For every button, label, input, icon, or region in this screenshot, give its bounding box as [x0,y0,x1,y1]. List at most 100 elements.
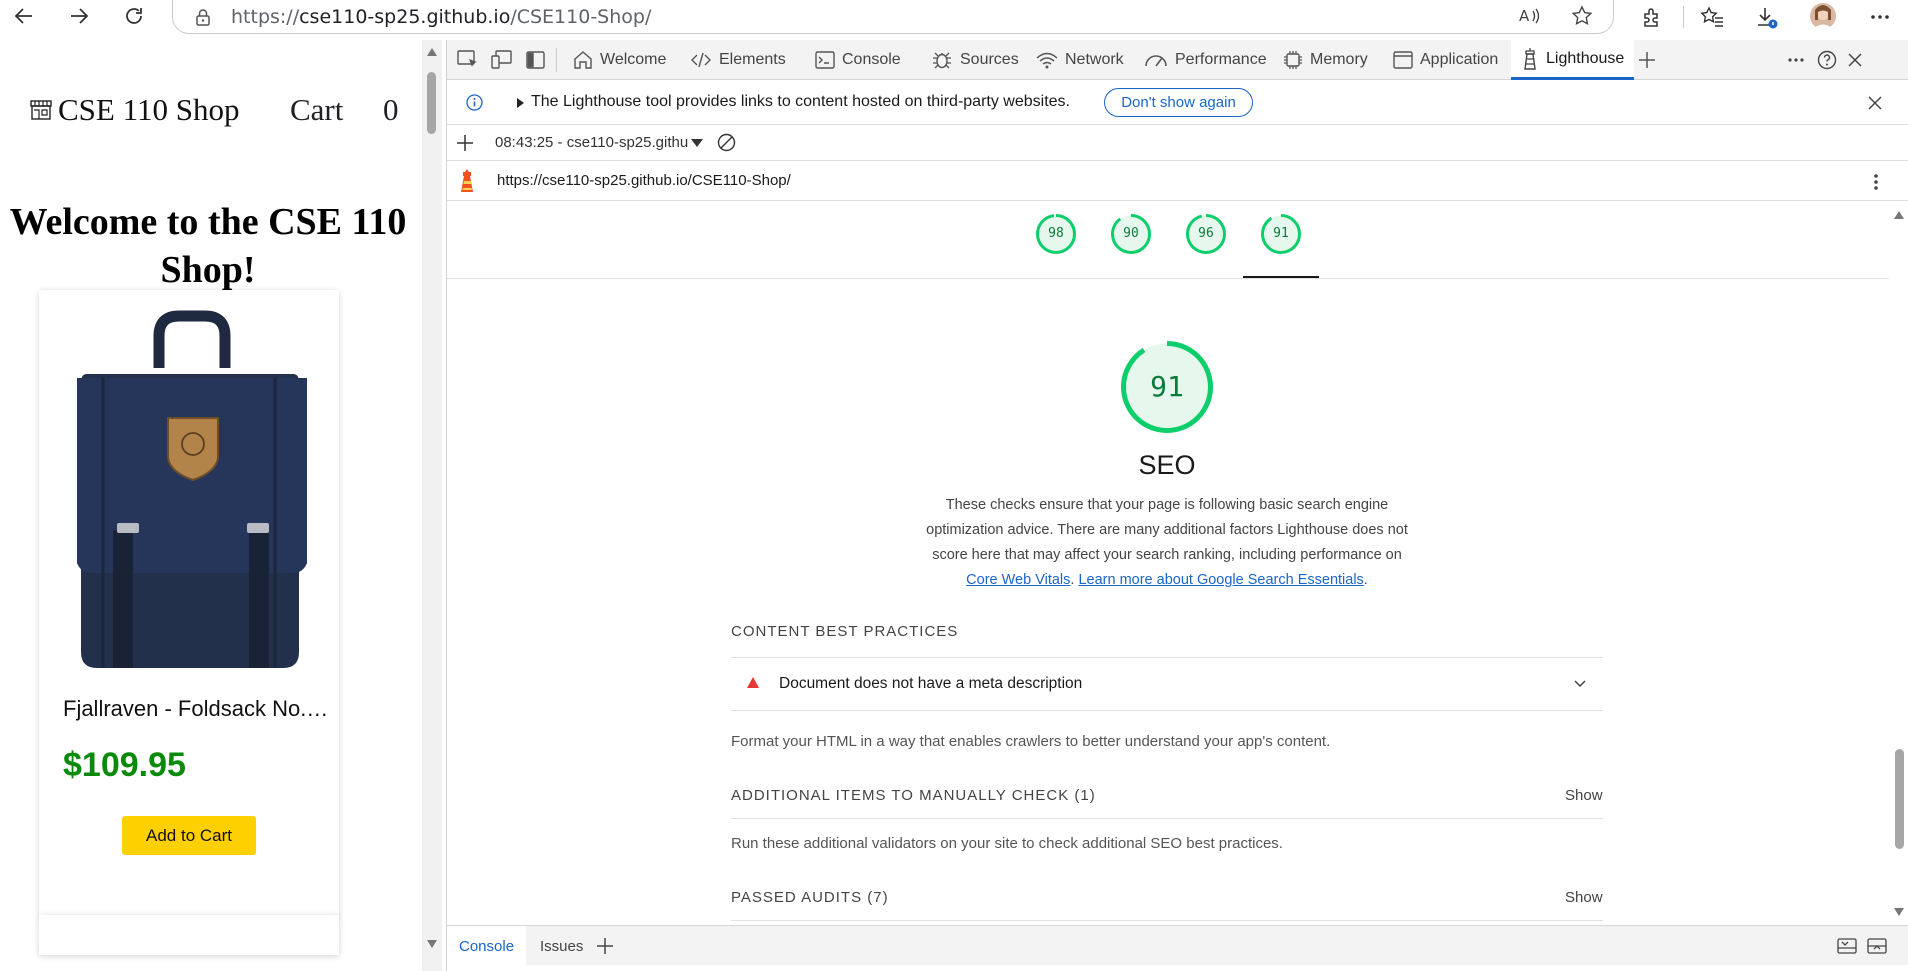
info-bar: The Lighthouse tool provides links to co… [447,80,1908,125]
dock-drawer-icon[interactable] [1837,926,1857,966]
cart-label[interactable]: Cart [290,92,343,128]
product-price: $109.95 [63,746,186,784]
tab-sources[interactable]: Sources [931,40,1019,80]
more-options-icon[interactable] [1868,5,1892,29]
add-drawer-tab-icon[interactable] [597,926,613,966]
show-passed-button[interactable]: Show [1565,889,1603,906]
close-icon[interactable] [1868,96,1882,110]
back-icon[interactable] [12,4,36,28]
drawer-tab-issues[interactable]: Issues [540,926,583,966]
score-gauge-best-practices[interactable]: 96 [1185,213,1227,255]
wifi-icon [1036,52,1058,69]
report-url[interactable]: https://cse110-sp25.github.io/CSE110-Sho… [497,172,791,189]
show-manual-button[interactable]: Show [1565,787,1603,804]
report-selector[interactable]: 08:43:25 - cse110-sp25.githu [495,134,688,151]
refresh-icon[interactable] [122,4,146,28]
score-gauge-performance[interactable]: 98 [1035,213,1077,255]
scroll-up-icon[interactable] [427,48,437,56]
scroll-up-icon[interactable] [1894,211,1904,219]
dropdown-arrow-icon[interactable] [691,139,703,147]
new-report-icon[interactable] [457,135,473,151]
device-emulation-icon[interactable] [491,40,520,80]
gauge-icon [1145,55,1167,67]
group-title-passed-audits[interactable]: PASSED AUDITS (7) [731,889,889,906]
lighthouse-toolbar: 08:43:25 - cse110-sp25.githu [447,125,1908,161]
chip-icon [1284,51,1302,69]
divider [731,818,1603,819]
expand-arrow-icon[interactable] [517,98,524,108]
add-to-cart-button[interactable]: Add to Cart [122,816,256,855]
cart-count: 0 [383,92,399,127]
forward-icon[interactable] [67,4,91,28]
help-icon[interactable] [1817,40,1844,80]
tab-label: Application [1420,51,1499,68]
window-icon [1393,51,1413,69]
group-title-content-best-practices: CONTENT BEST PRACTICES [731,623,959,640]
favorites-icon[interactable] [1700,5,1724,29]
add-tab-icon[interactable] [1638,40,1663,80]
store-header[interactable]: CSE 110 Shop [30,92,239,128]
downloads-icon[interactable] [1754,5,1778,29]
store-icon [30,100,52,120]
bug-icon [933,52,951,69]
dont-show-again-button[interactable]: Don't show again [1104,88,1253,117]
code-icon [691,52,711,68]
close-drawer-icon[interactable] [1867,926,1887,966]
category-score-value: 91 [1150,370,1184,403]
search-essentials-link[interactable]: Learn more about Google Search Essential… [1078,572,1363,588]
tab-lighthouse[interactable]: Lighthouse [1511,40,1635,80]
tab-elements[interactable]: Elements [690,40,786,80]
tab-label: Welcome [600,51,667,68]
tab-welcome[interactable]: Welcome [573,40,666,80]
product-image-backpack [77,310,307,668]
category-description: These checks ensure that your page is fo… [926,497,1408,588]
report-menu-icon[interactable] [1873,173,1879,191]
home-icon [574,51,592,69]
score-gauges-row: 98 90 96 91 [447,201,1889,279]
devtools-drawer: Console Issues [447,925,1908,966]
score-gauge-accessibility[interactable]: 90 [1110,213,1152,255]
tab-label: Memory [1310,51,1368,68]
lock-icon[interactable] [195,8,211,26]
report-scrollbar-thumb[interactable] [1895,749,1904,849]
tab-label: Elements [719,51,786,68]
score-gauge-seo[interactable]: 91 [1260,213,1302,255]
page-scrollbar[interactable] [422,40,442,971]
tab-console[interactable]: Console [815,40,901,80]
audit-meta-description[interactable]: Document does not have a meta descriptio… [731,657,1603,711]
chevron-down-icon[interactable] [1574,680,1586,688]
product-card [39,915,339,955]
active-gauge-underline [1243,276,1319,278]
devtools-more-icon[interactable] [1787,40,1812,80]
page-scrollbar-thumb[interactable] [427,72,436,134]
extensions-icon[interactable] [1640,5,1664,29]
inspect-element-icon[interactable] [457,40,486,80]
devtools-tabbar: Welcome Elements Console Sources Network… [447,40,1908,80]
tab-network[interactable]: Network [1036,40,1124,80]
tab-performance[interactable]: Performance [1144,40,1267,80]
address-bar[interactable]: https://cse110-sp25.github.io/CSE110-Sho… [172,0,1614,34]
url-text[interactable]: https://cse110-sp25.github.io/CSE110-Sho… [231,6,651,28]
tab-application[interactable]: Application [1393,40,1498,80]
tab-label: Console [842,51,901,68]
report-scrollbar[interactable] [1889,201,1908,916]
score-value: 90 [1123,226,1139,241]
lighthouse-icon [1524,47,1536,70]
score-value: 98 [1048,226,1064,241]
drawer-tab-console[interactable]: Console [447,926,527,966]
core-web-vitals-link[interactable]: Core Web Vitals [966,572,1070,588]
group-title-manual-check[interactable]: ADDITIONAL ITEMS TO MANUALLY CHECK (1) [731,787,1096,804]
dock-side-icon[interactable] [526,40,553,80]
tab-label: Sources [960,51,1019,68]
close-devtools-icon[interactable] [1847,40,1870,80]
scroll-down-icon[interactable] [427,940,437,948]
info-icon [466,94,483,111]
scroll-down-icon[interactable] [1894,908,1904,916]
category-title: SEO [1138,450,1196,480]
product-name[interactable]: Fjallraven - Foldsack No.… [63,696,328,722]
tab-memory[interactable]: Memory [1283,40,1368,80]
profile-avatar[interactable] [1810,3,1836,29]
read-aloud-icon[interactable]: A [1518,4,1542,28]
clear-all-icon[interactable] [717,133,736,152]
favorite-star-icon[interactable] [1570,4,1594,28]
